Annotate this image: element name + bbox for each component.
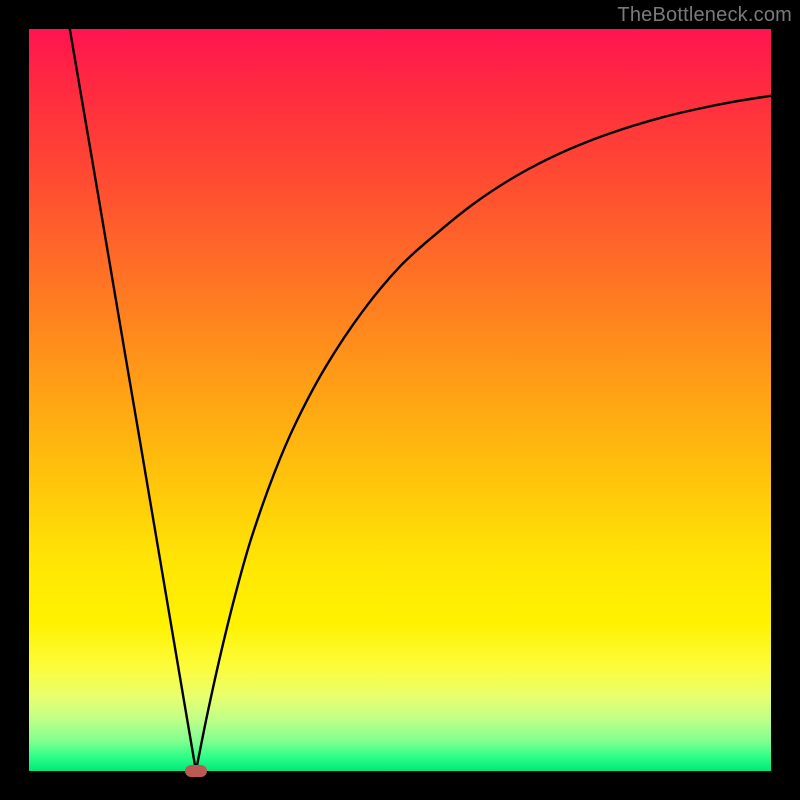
curve-right-branch <box>196 96 771 771</box>
curve-left-branch <box>70 29 196 771</box>
optimal-point-marker <box>185 765 207 777</box>
plot-area <box>29 29 771 771</box>
bottleneck-curve <box>29 29 771 771</box>
attribution-text: TheBottleneck.com <box>617 4 792 27</box>
chart-frame: TheBottleneck.com <box>0 0 800 800</box>
